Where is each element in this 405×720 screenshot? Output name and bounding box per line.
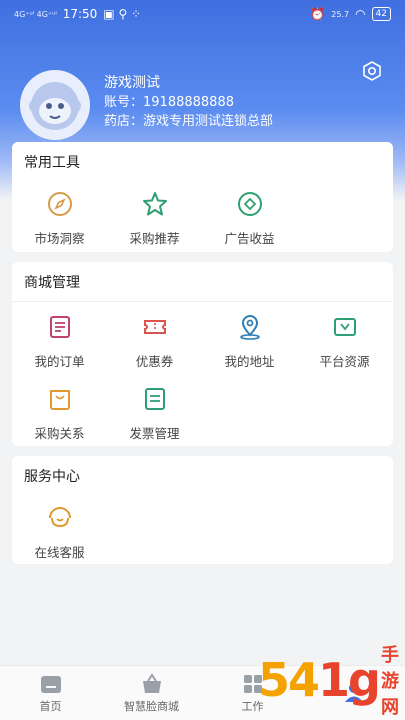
mall-label: 优惠券 — [135, 353, 174, 369]
mall-title: 商城管理 — [12, 262, 393, 302]
watermark-text: 手游网 — [380, 645, 399, 718]
account-number: 账号：19188888888 — [104, 95, 234, 110]
location-icon — [234, 311, 266, 343]
tab-smart-mall[interactable]: 智慧脸商城 — [101, 666, 202, 720]
mall-label: 发票管理 — [129, 425, 180, 441]
star-icon — [139, 188, 171, 220]
service-title: 服务中心 — [24, 469, 80, 485]
watermark-number: 541g — [258, 653, 381, 707]
service-card: 服务中心 在线客服 — [12, 456, 393, 564]
service-label: 在线客服 — [34, 544, 85, 560]
mall-purchase-relations[interactable]: 采购关系 — [12, 376, 107, 448]
tool-label: 采购推荐 — [129, 230, 180, 246]
mall-invoice-management[interactable]: 发票管理 — [107, 376, 202, 448]
tools-title: 常用工具 — [24, 155, 80, 171]
mall-label: 采购关系 — [34, 425, 85, 441]
home-icon — [38, 673, 64, 695]
order-icon — [44, 311, 76, 343]
basket-icon — [139, 672, 165, 695]
user-name: 游戏测试 — [104, 75, 160, 91]
invoice-icon — [139, 383, 171, 415]
tool-label: 市场洞察 — [34, 230, 85, 246]
watermark-logo: 541g 手游网 — [258, 640, 405, 720]
avatar[interactable] — [20, 70, 90, 140]
mall-card: 商城管理 我的订单 优惠券 我的地址 平台资源 采购关系 发票管理 — [12, 262, 393, 446]
network-speed: 25.7 — [331, 9, 350, 19]
tab-home[interactable]: 首页 — [0, 666, 101, 720]
tool-ad-revenue[interactable]: 广告收益 — [202, 181, 297, 253]
settings-icon[interactable] — [361, 60, 383, 86]
mall-my-address[interactable]: 我的地址 — [202, 304, 297, 376]
store-name: 药店：游戏专用测试连锁总部 — [104, 114, 274, 129]
coupon-icon — [139, 311, 171, 343]
signal-icon: 4G⁺ᵘˡ 4G⁺ᵘˡ — [14, 9, 57, 19]
resource-icon — [329, 311, 361, 343]
mall-label: 我的订单 — [34, 353, 85, 369]
mall-label: 我的地址 — [224, 353, 275, 369]
tab-label: 首页 — [39, 699, 62, 713]
tab-label: 智慧脸商城 — [124, 699, 179, 713]
profile-section[interactable]: 游戏测试 账号：19188888888 药店：游戏专用测试连锁总部 — [20, 70, 273, 140]
status-time: 17:50 — [62, 7, 98, 21]
status-bar: 4G⁺ᵘˡ 4G⁺ᵘˡ 17:50 ▣ ⚲ ⁘ ⏰ 25.7 ◠ 42 — [0, 0, 405, 28]
mall-label: 平台资源 — [319, 353, 370, 369]
tool-market-insight[interactable]: 市场洞察 — [12, 181, 107, 253]
bag-icon — [44, 383, 76, 415]
chat-icon — [44, 502, 76, 534]
diamond-icon — [234, 188, 266, 220]
tool-label: 广告收益 — [224, 230, 275, 246]
tool-purchase-recommend[interactable]: 采购推荐 — [107, 181, 202, 253]
mall-platform-resources[interactable]: 平台资源 — [297, 304, 392, 376]
wifi-icon: ◠ — [355, 7, 366, 21]
notification-icon: ▣ ⚲ ⁘ — [103, 7, 142, 21]
mall-coupons[interactable]: 优惠券 — [107, 304, 202, 376]
tools-card: 常用工具 市场洞察 采购推荐 广告收益 — [12, 142, 393, 252]
battery-indicator: 42 — [371, 7, 391, 21]
service-online-support[interactable]: 在线客服 — [12, 495, 107, 567]
mall-my-orders[interactable]: 我的订单 — [12, 304, 107, 376]
compass-icon — [44, 188, 76, 220]
alarm-icon: ⏰ — [310, 7, 326, 21]
